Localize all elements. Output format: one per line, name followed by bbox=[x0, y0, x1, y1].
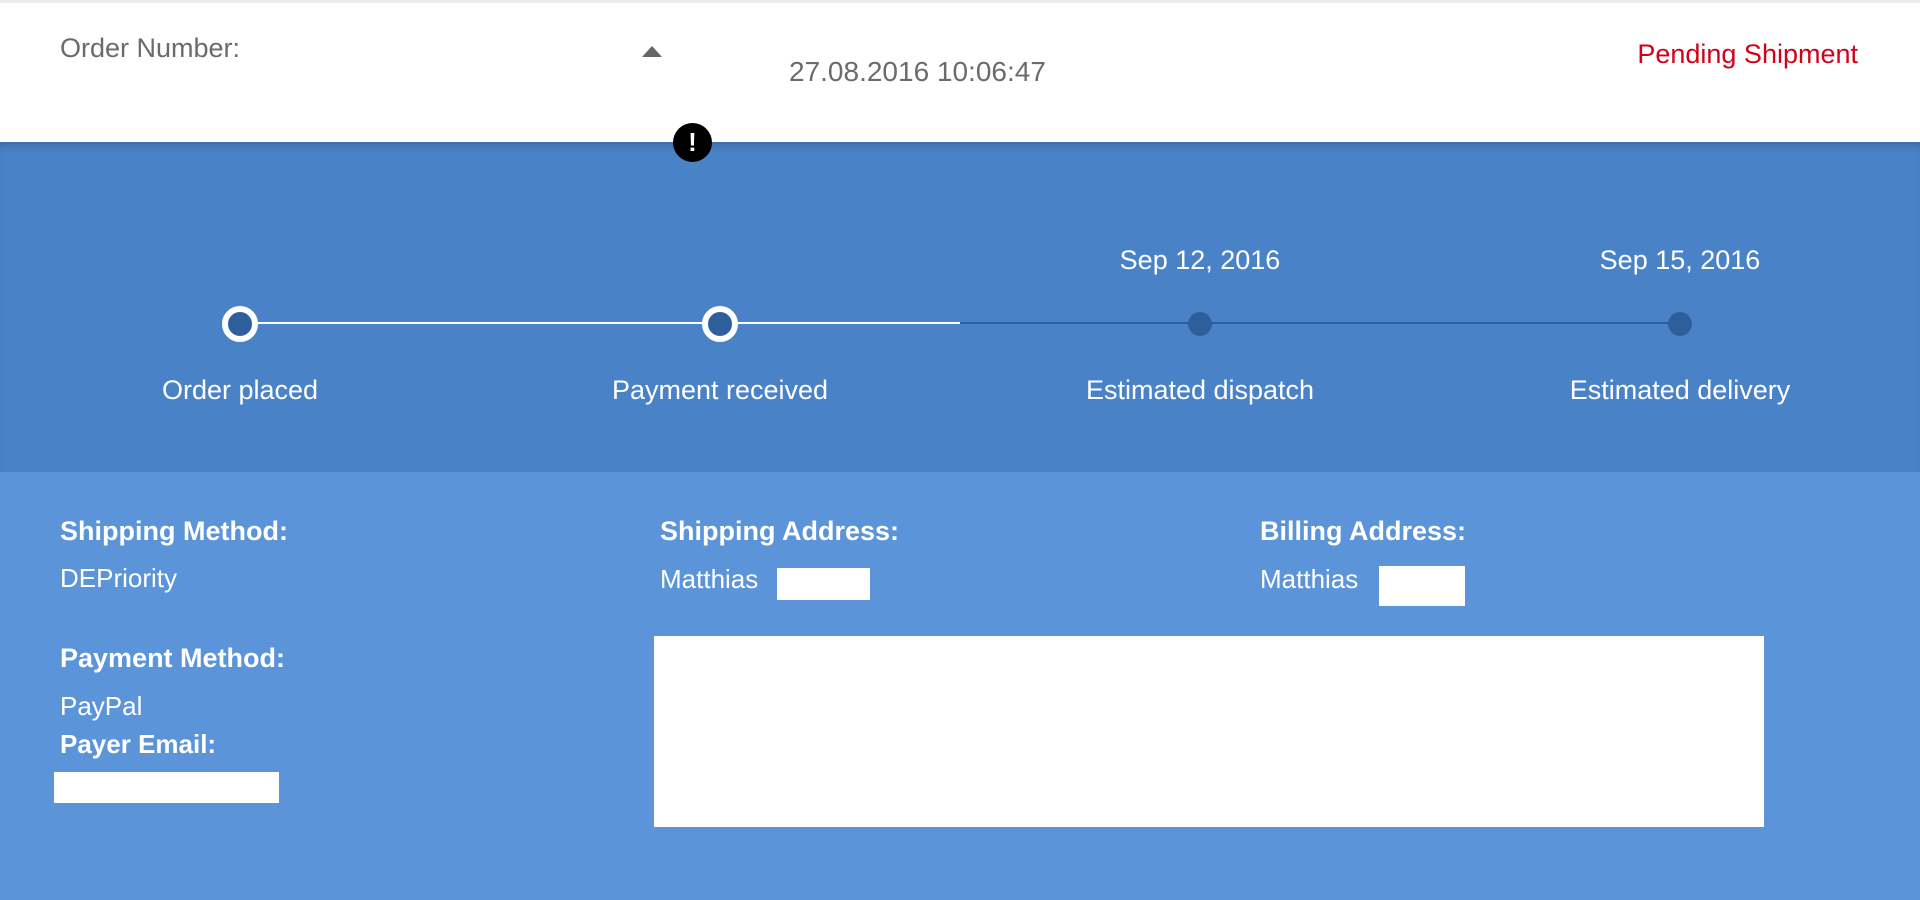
step-pending-node bbox=[1188, 312, 1212, 336]
step-date: Sep 12, 2016 bbox=[1119, 245, 1281, 275]
order-details: Shipping Method: DEPriority Payment Meth… bbox=[0, 472, 1920, 900]
shipping-address-name: Matthias bbox=[660, 564, 759, 594]
order-progress-tracker: Order placed Payment received Sep 12, 20… bbox=[0, 142, 1920, 472]
progress-line-pending bbox=[960, 322, 1680, 324]
order-timestamp: 27.08.2016 10:06:47 bbox=[789, 56, 1046, 87]
shipping-method-heading: Shipping Method: bbox=[60, 516, 288, 546]
shipping-method-value: DEPriority bbox=[60, 563, 178, 593]
step-label: Order placed bbox=[161, 375, 319, 405]
order-header: Order Number: 27.08.2016 10:06:47 Pendin… bbox=[0, 0, 1920, 142]
step-completed-node bbox=[702, 306, 738, 342]
step-pending-node bbox=[1668, 312, 1692, 336]
step-completed-node bbox=[222, 306, 258, 342]
order-number-label: Order Number: bbox=[60, 33, 241, 63]
caret-up-icon[interactable] bbox=[642, 46, 662, 57]
progress-line-completed bbox=[240, 322, 960, 324]
billing-address-name: Matthias bbox=[1260, 564, 1359, 594]
payer-email-heading: Payer Email: bbox=[60, 729, 217, 759]
alert-icon[interactable]: ! bbox=[673, 123, 712, 162]
address-details-redacted bbox=[654, 636, 1764, 827]
step-label: Estimated delivery bbox=[1569, 375, 1791, 405]
payment-method-value: PayPal bbox=[60, 691, 143, 721]
payer-email-redacted bbox=[54, 772, 279, 803]
billing-address-heading: Billing Address: bbox=[1260, 516, 1467, 546]
shipping-address-redacted-name bbox=[777, 568, 870, 600]
payment-method-heading: Payment Method: bbox=[60, 643, 286, 673]
step-date: Sep 15, 2016 bbox=[1599, 245, 1761, 275]
billing-address-redacted-name bbox=[1379, 566, 1465, 606]
step-label: Payment received bbox=[611, 375, 829, 405]
step-label: Estimated dispatch bbox=[1085, 375, 1315, 405]
shipping-address-heading: Shipping Address: bbox=[660, 516, 900, 546]
order-status: Pending Shipment bbox=[1637, 39, 1858, 69]
